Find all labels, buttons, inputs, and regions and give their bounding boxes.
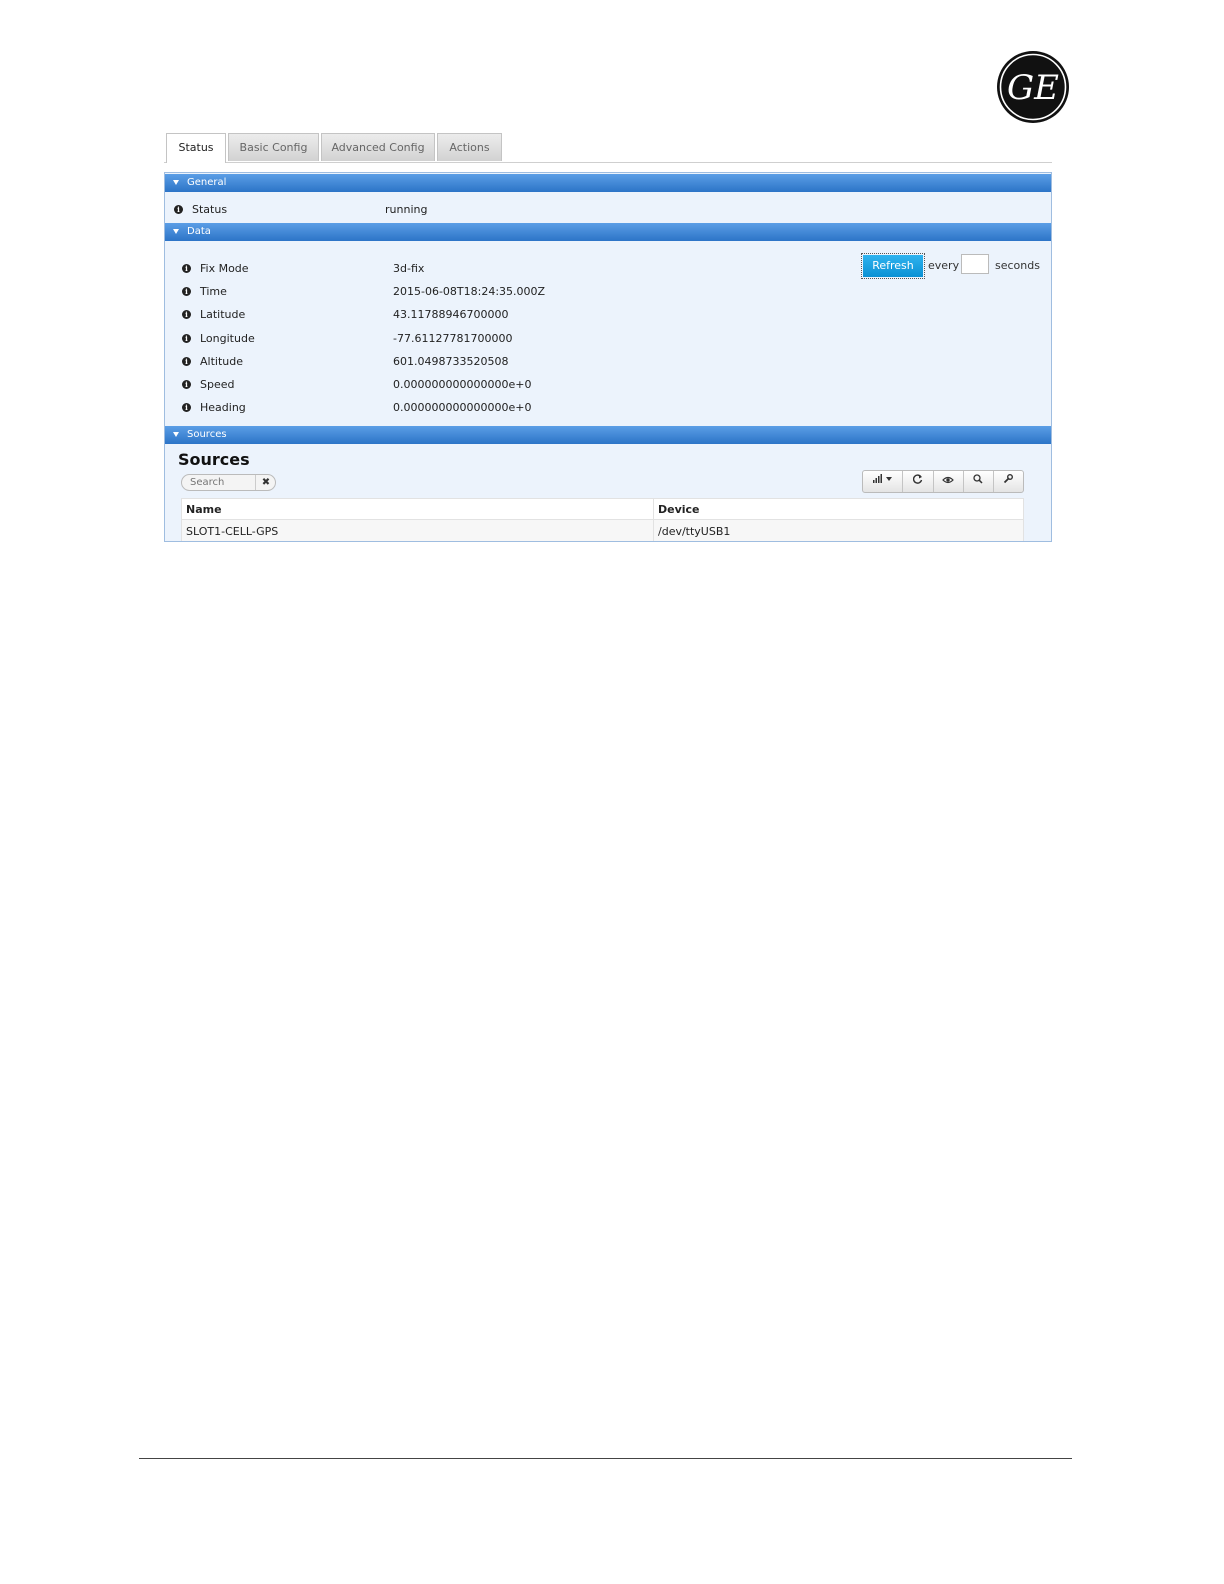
refresh-icon xyxy=(912,474,923,484)
info-icon[interactable]: i xyxy=(182,357,191,366)
section-header-general[interactable]: General xyxy=(165,174,1051,192)
section-title-sources: Sources xyxy=(187,429,227,440)
status-label: Status xyxy=(192,203,228,216)
field-value: 0.000000000000000e+0 xyxy=(393,401,532,414)
collapse-triangle-icon xyxy=(173,229,179,234)
eye-icon xyxy=(942,476,954,484)
tab-bar: Status Basic Config Advanced Config Acti… xyxy=(164,133,1052,163)
info-icon[interactable]: i xyxy=(182,334,191,343)
cell-name: SLOT1-CELL-GPS xyxy=(181,519,654,541)
search-input[interactable] xyxy=(190,476,250,489)
columns-dropdown-button[interactable] xyxy=(863,471,904,492)
general-status-row: i Status running xyxy=(165,202,1051,218)
section-header-data[interactable]: Data xyxy=(165,223,1051,241)
data-row-time: i Time 2015-06-08T18:24:35.000Z xyxy=(165,284,765,300)
columns-icon xyxy=(872,474,892,483)
refresh-interval-input[interactable] xyxy=(961,254,989,274)
field-label: Latitude xyxy=(200,308,246,321)
search-field: ✖ xyxy=(181,474,276,491)
wrench-icon xyxy=(1004,474,1014,484)
field-label: Altitude xyxy=(200,355,243,368)
clear-search-icon[interactable]: ✖ xyxy=(255,475,276,490)
ge-logo: GE xyxy=(996,50,1070,124)
settings-button[interactable] xyxy=(994,471,1023,492)
data-row-longitude: i Longitude -77.61127781700000 xyxy=(165,331,765,347)
info-icon[interactable]: i xyxy=(182,403,191,412)
field-value: 2015-06-08T18:24:35.000Z xyxy=(393,285,546,298)
sources-table: Name Device SLOT1-CELL-GPS /dev/ttyUSB1 xyxy=(181,498,1024,541)
tab-advanced-config[interactable]: Advanced Config xyxy=(321,133,435,161)
footer-divider xyxy=(139,1458,1072,1459)
info-icon[interactable]: i xyxy=(174,205,183,214)
reload-button[interactable] xyxy=(903,471,934,492)
field-value: 43.11788946700000 xyxy=(393,308,509,321)
field-value: -77.61127781700000 xyxy=(393,332,513,345)
field-label: Heading xyxy=(200,401,246,414)
grid-toolbar xyxy=(862,470,1024,493)
cell-device: /dev/ttyUSB1 xyxy=(653,519,1024,541)
search-button[interactable] xyxy=(964,471,994,492)
field-label: Speed xyxy=(200,378,235,391)
section-header-sources[interactable]: Sources xyxy=(165,426,1051,444)
data-row-heading: i Heading 0.000000000000000e+0 xyxy=(165,400,765,416)
table-header-row: Name Device xyxy=(181,498,1024,520)
collapse-triangle-icon xyxy=(173,180,179,185)
info-icon[interactable]: i xyxy=(182,264,191,273)
sources-title: Sources xyxy=(178,450,250,469)
field-value: 0.000000000000000e+0 xyxy=(393,378,532,391)
field-label: Fix Mode xyxy=(200,262,249,275)
view-button[interactable] xyxy=(934,471,964,492)
field-label: Longitude xyxy=(200,332,255,345)
data-row-fix-mode: i Fix Mode 3d-fix xyxy=(165,261,765,277)
status-panel: General i Status running Data i Fix Mode… xyxy=(164,172,1052,542)
seconds-label: seconds xyxy=(995,259,1040,272)
field-label: Time xyxy=(200,285,227,298)
ge-logo-text: GE xyxy=(1007,68,1059,108)
section-title-general: General xyxy=(187,177,227,188)
info-icon[interactable]: i xyxy=(182,310,191,319)
section-title-data: Data xyxy=(187,226,211,237)
info-icon[interactable]: i xyxy=(182,287,191,296)
tab-actions[interactable]: Actions xyxy=(437,133,502,161)
info-icon[interactable]: i xyxy=(182,380,191,389)
tab-basic-config[interactable]: Basic Config xyxy=(228,133,319,161)
refresh-button[interactable]: Refresh xyxy=(861,253,925,279)
data-row-altitude: i Altitude 601.0498733520508 xyxy=(165,354,765,370)
search-icon xyxy=(973,474,983,484)
every-label: every xyxy=(928,259,960,272)
status-value: running xyxy=(385,203,428,216)
table-row[interactable]: SLOT1-CELL-GPS /dev/ttyUSB1 xyxy=(181,519,1024,541)
field-value: 3d-fix xyxy=(393,262,425,275)
data-row-speed: i Speed 0.000000000000000e+0 xyxy=(165,377,765,393)
field-value: 601.0498733520508 xyxy=(393,355,509,368)
column-header-name[interactable]: Name xyxy=(181,498,654,520)
tab-status[interactable]: Status xyxy=(166,133,226,163)
column-header-device[interactable]: Device xyxy=(653,498,1024,520)
data-row-latitude: i Latitude 43.11788946700000 xyxy=(165,307,765,323)
collapse-triangle-icon xyxy=(173,432,179,437)
